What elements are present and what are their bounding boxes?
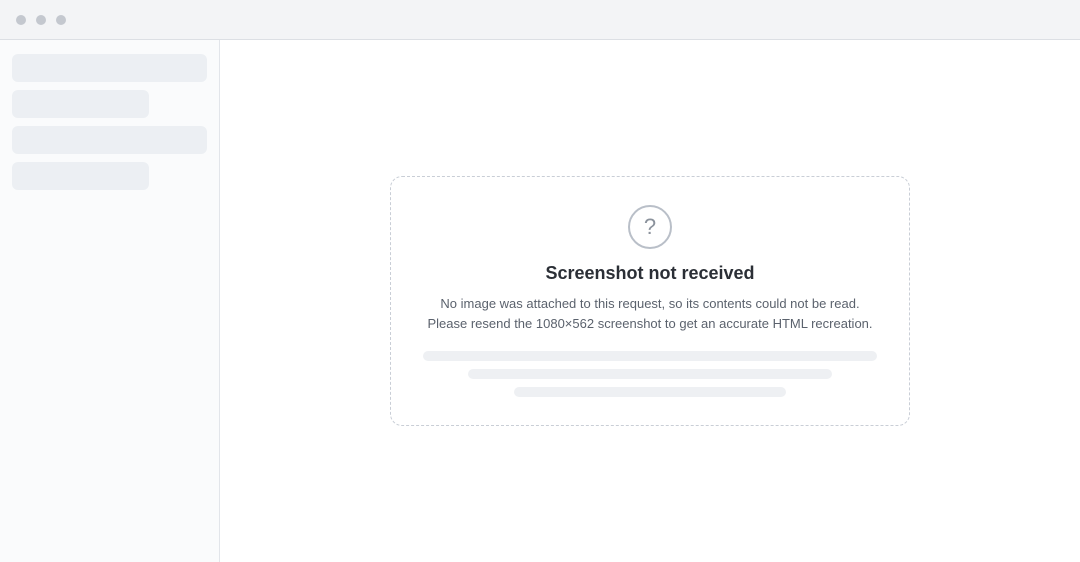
- placeholder-line: [423, 351, 877, 361]
- sidebar-item-placeholder: [12, 54, 207, 82]
- content-area: ? Screenshot not received No image was a…: [220, 40, 1080, 562]
- image-missing-icon: ?: [628, 205, 672, 249]
- missing-image-notice: ? Screenshot not received No image was a…: [390, 176, 910, 426]
- sidebar-placeholder: [0, 40, 220, 562]
- title-bar: [0, 0, 1080, 40]
- main-area: ? Screenshot not received No image was a…: [0, 40, 1080, 562]
- notice-title: Screenshot not received: [545, 263, 755, 283]
- content-placeholder: [423, 351, 877, 397]
- placeholder-line: [513, 387, 787, 397]
- window-control-dot: [36, 14, 46, 25]
- placeholder-line: [468, 369, 832, 379]
- sidebar-item-placeholder: [12, 90, 149, 118]
- sidebar-item-placeholder: [12, 126, 207, 154]
- notice-message: No image was attached to this request, s…: [427, 296, 873, 331]
- window-control-dot: [56, 14, 66, 25]
- window-control-dot: [16, 14, 26, 25]
- page: ? Screenshot not received No image was a…: [0, 0, 1080, 562]
- sidebar-item-placeholder: [12, 162, 149, 190]
